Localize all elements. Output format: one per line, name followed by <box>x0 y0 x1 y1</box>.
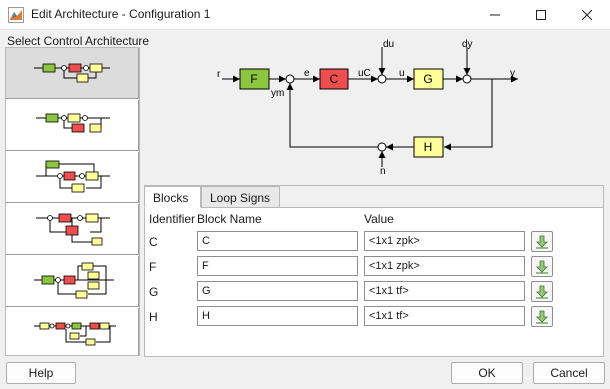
architecture-1-thumbnail <box>34 63 110 83</box>
signal-uc: uC <box>358 68 371 79</box>
block-value-field-h[interactable]: <1x1 tf> <box>364 306 525 326</box>
row-identifier-c: C <box>149 235 158 249</box>
minimize-icon <box>490 14 500 16</box>
block-name-field-f[interactable]: F <box>197 256 358 276</box>
block-name-field-g[interactable]: G <box>197 281 358 301</box>
matlab-app-icon <box>8 7 24 23</box>
help-button[interactable]: Help <box>6 362 76 384</box>
import-arrow-icon <box>536 285 548 298</box>
cancel-button[interactable]: Cancel <box>533 362 605 384</box>
signal-du: du <box>383 39 394 50</box>
identifier-column-header: Identifier <box>149 212 196 226</box>
signal-e: e <box>304 68 310 79</box>
close-icon <box>582 10 592 20</box>
block-value-field-f[interactable]: <1x1 zpk> <box>364 256 525 276</box>
block-h-label: H <box>424 140 433 154</box>
close-button[interactable] <box>564 0 610 30</box>
block-c-label: C <box>330 72 339 86</box>
architecture-option-3[interactable] <box>6 152 139 203</box>
row-identifier-f: F <box>149 260 157 274</box>
maximize-button[interactable] <box>518 0 564 30</box>
architecture-option-4[interactable] <box>6 204 139 255</box>
signal-ym: ym <box>271 88 284 99</box>
signal-n: n <box>380 166 386 177</box>
ok-button[interactable]: OK <box>451 362 523 384</box>
block-value-field-c[interactable]: <1x1 zpk> <box>364 231 525 251</box>
signal-y: y <box>510 68 515 79</box>
architecture-option-2[interactable] <box>6 100 139 151</box>
summing-junction-du <box>377 74 387 84</box>
signal-dy: dy <box>462 39 473 50</box>
import-button-g[interactable] <box>531 281 553 302</box>
signal-u: u <box>399 68 405 79</box>
import-arrow-icon <box>536 310 548 323</box>
summing-junction-n <box>377 142 387 152</box>
control-architecture-diagram: F C G H r e uC u y du dy ym n <box>217 39 518 177</box>
architecture-list <box>5 47 140 356</box>
minimize-button[interactable] <box>472 0 518 30</box>
block-value-field-g[interactable]: <1x1 tf> <box>364 281 525 301</box>
import-button-c[interactable] <box>531 231 553 252</box>
summing-junction-dy <box>462 74 472 84</box>
block-g-label: G <box>423 72 432 86</box>
select-architecture-label: Select Control Architecture <box>7 34 150 48</box>
architecture-option-1[interactable] <box>6 48 139 99</box>
signal-r: r <box>217 69 221 80</box>
import-arrow-icon <box>536 260 548 273</box>
maximize-icon <box>536 10 546 20</box>
title-bar: Edit Architecture - Configuration 1 <box>0 0 610 30</box>
window-title: Edit Architecture - Configuration 1 <box>31 7 211 21</box>
architecture-option-5[interactable] <box>6 256 139 307</box>
architecture-option-6[interactable] <box>6 308 139 355</box>
architecture-2-thumbnail <box>36 113 110 133</box>
block-name-field-c[interactable]: C <box>197 231 358 251</box>
block-name-column-header: Block Name <box>197 212 262 226</box>
tab-loop-signs[interactable]: Loop Signs <box>201 186 280 208</box>
architecture-3-thumbnail <box>36 160 110 193</box>
import-arrow-icon <box>536 235 548 248</box>
architecture-4-thumbnail <box>36 213 110 246</box>
architecture-6-thumbnail <box>34 322 116 346</box>
block-f-label: F <box>250 72 257 86</box>
architecture-5-thumbnail <box>34 262 114 299</box>
block-name-field-h[interactable]: H <box>197 306 358 326</box>
row-identifier-g: G <box>149 285 159 299</box>
import-button-h[interactable] <box>531 306 553 327</box>
summing-junction-e <box>285 74 295 84</box>
import-button-f[interactable] <box>531 256 553 277</box>
value-column-header: Value <box>364 212 394 226</box>
tab-blocks[interactable]: Blocks <box>144 186 201 208</box>
row-identifier-h: H <box>149 310 158 324</box>
